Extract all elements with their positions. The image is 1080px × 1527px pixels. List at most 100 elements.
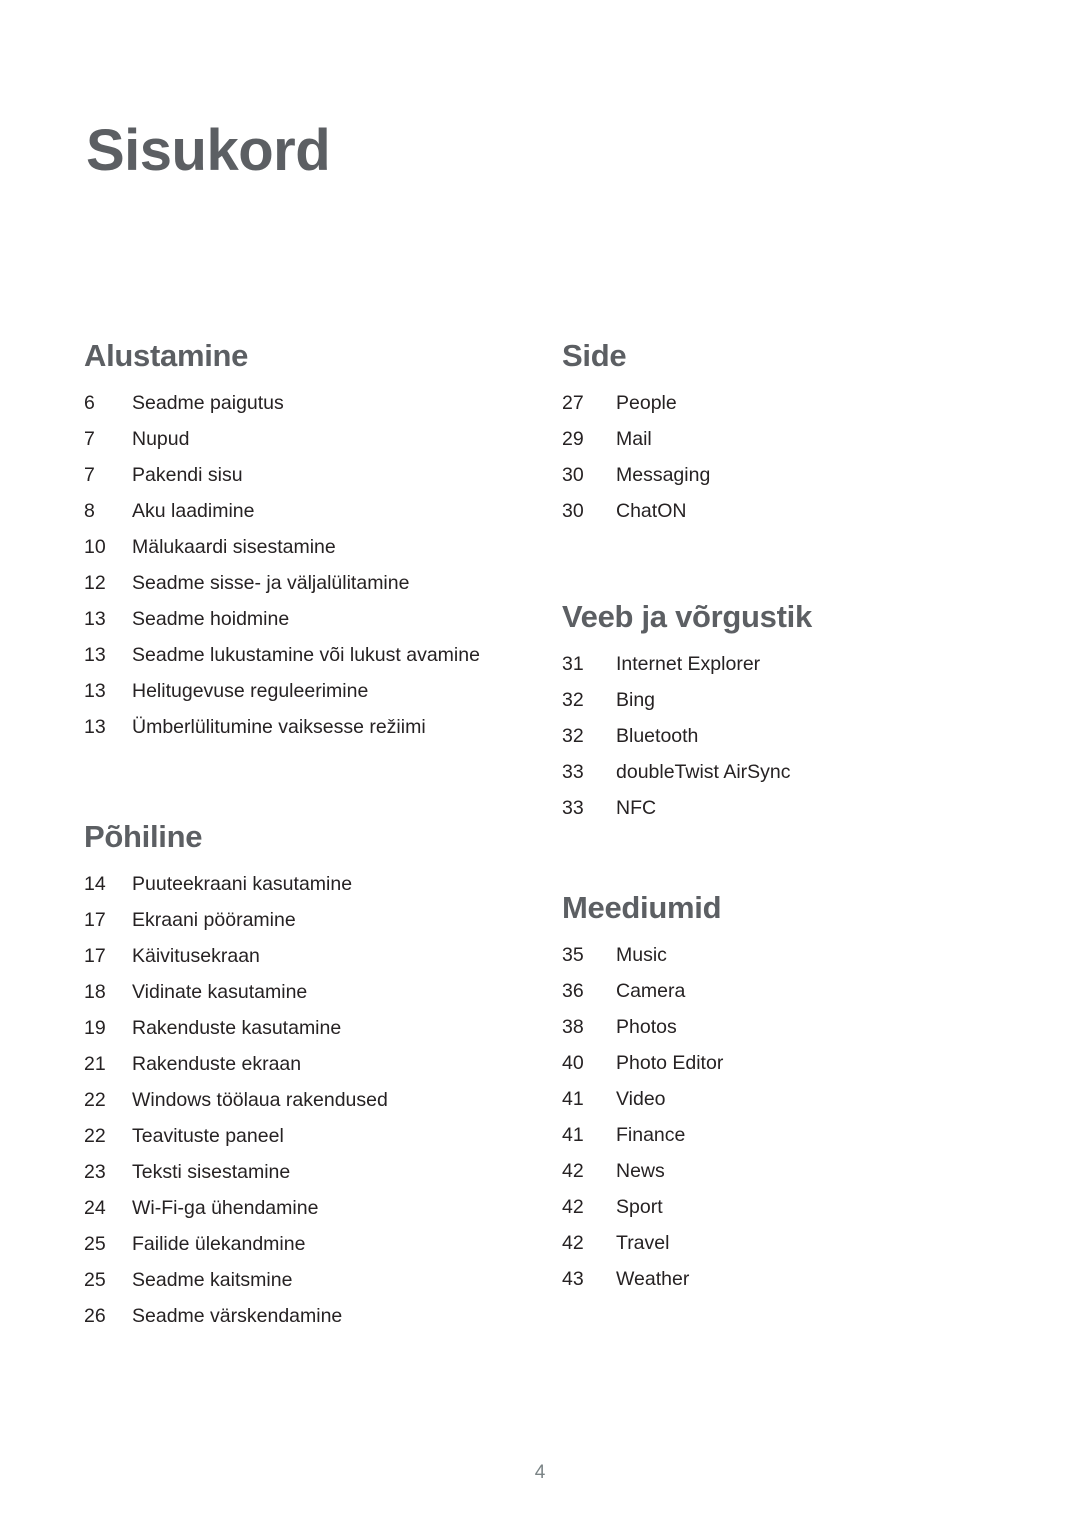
toc-entry[interactable]: 41 Finance <box>562 1117 982 1153</box>
toc-entry[interactable]: 6 Seadme paigutus <box>84 385 544 421</box>
toc-section-alustamine: Alustamine 6 Seadme paigutus 7 Nupud 7 P… <box>84 340 544 745</box>
toc-entry-label: ChatON <box>616 500 687 522</box>
toc-entry-page: 7 <box>84 464 95 486</box>
toc-entry-page: 12 <box>84 572 106 594</box>
toc-list-alustamine: 6 Seadme paigutus 7 Nupud 7 Pakendi sisu… <box>84 385 544 745</box>
toc-entry[interactable]: 25 Seadme kaitsmine <box>84 1262 544 1298</box>
toc-entry-page: 14 <box>84 873 106 895</box>
toc-entry[interactable]: 18 Vidinate kasutamine <box>84 974 544 1010</box>
toc-entry-label: Seadme lukustamine või lukust avamine <box>132 644 480 666</box>
toc-entry[interactable]: 30 ChatON <box>562 493 982 529</box>
toc-entry-label: Nupud <box>132 428 190 450</box>
toc-entry-page: 13 <box>84 680 106 702</box>
toc-entry[interactable]: 27 People <box>562 385 982 421</box>
toc-entry[interactable]: 42 Sport <box>562 1189 982 1225</box>
toc-entry-page: 21 <box>84 1053 106 1075</box>
toc-entry-label: Käivitusekraan <box>132 945 260 967</box>
toc-entry[interactable]: 14 Puuteekraani kasutamine <box>84 866 544 902</box>
toc-entry[interactable]: 30 Messaging <box>562 457 982 493</box>
toc-entry-page: 40 <box>562 1052 584 1074</box>
toc-entry[interactable]: 22 Teavituste paneel <box>84 1118 544 1154</box>
toc-entry-label: Ümberlülitumine vaiksesse režiimi <box>132 716 426 738</box>
toc-entry[interactable]: 41 Video <box>562 1081 982 1117</box>
toc-entry[interactable]: 7 Pakendi sisu <box>84 457 544 493</box>
toc-entry[interactable]: 35 Music <box>562 937 982 973</box>
toc-entry-label: Bluetooth <box>616 725 699 747</box>
toc-section-meediumid: Meediumid 35 Music 36 Camera 38 Photos 4… <box>562 892 982 1297</box>
toc-entry-page: 42 <box>562 1160 584 1182</box>
toc-entry[interactable]: 13 Ümberlülitumine vaiksesse režiimi <box>84 709 544 745</box>
toc-entry[interactable]: 13 Helitugevuse reguleerimine <box>84 673 544 709</box>
toc-entry[interactable]: 24 Wi-Fi-ga ühendamine <box>84 1190 544 1226</box>
toc-entry-page: 35 <box>562 944 584 966</box>
page-title: Sisukord <box>86 118 331 183</box>
toc-entry[interactable]: 42 News <box>562 1153 982 1189</box>
toc-entry-label: Seadme kaitsmine <box>132 1269 293 1291</box>
toc-list-veeb-ja-vorgustik: 31 Internet Explorer 32 Bing 32 Bluetoot… <box>562 646 982 826</box>
toc-entry-page: 30 <box>562 464 584 486</box>
toc-entry-page: 42 <box>562 1196 584 1218</box>
toc-entry-page: 43 <box>562 1268 584 1290</box>
toc-entry-label: Seadme hoidmine <box>132 608 290 630</box>
toc-entry-label: Mail <box>616 428 652 450</box>
toc-entry-page: 6 <box>84 392 95 414</box>
toc-entry[interactable]: 13 Seadme hoidmine <box>84 601 544 637</box>
toc-entry-label: Seadme värskendamine <box>132 1305 343 1327</box>
toc-entry[interactable]: 43 Weather <box>562 1261 982 1297</box>
toc-entry-label: Photo Editor <box>616 1052 724 1074</box>
toc-entry[interactable]: 23 Teksti sisestamine <box>84 1154 544 1190</box>
toc-list-pohiline: 14 Puuteekraani kasutamine 17 Ekraani pö… <box>84 866 544 1334</box>
toc-entry-label: Seadme paigutus <box>132 392 284 414</box>
toc-entry[interactable]: 25 Failide ülekandmine <box>84 1226 544 1262</box>
toc-entry[interactable]: 33 NFC <box>562 790 982 826</box>
toc-entry-label: Finance <box>616 1124 686 1146</box>
toc-entry[interactable]: 32 Bluetooth <box>562 718 982 754</box>
toc-entry[interactable]: 17 Ekraani pööramine <box>84 902 544 938</box>
toc-list-side: 27 People 29 Mail 30 Messaging 30 ChatON <box>562 385 982 529</box>
toc-entry[interactable]: 32 Bing <box>562 682 982 718</box>
toc-entry[interactable]: 19 Rakenduste kasutamine <box>84 1010 544 1046</box>
toc-entry-page: 19 <box>84 1017 106 1039</box>
toc-entry-label: doubleTwist AirSync <box>616 761 791 783</box>
toc-entry-label: Vidinate kasutamine <box>132 981 308 1003</box>
toc-entry-page: 38 <box>562 1016 584 1038</box>
toc-entry-page: 23 <box>84 1161 106 1183</box>
toc-entry-label: Teavituste paneel <box>132 1125 284 1147</box>
toc-entry-label: Photos <box>616 1016 677 1038</box>
toc-entry[interactable]: 7 Nupud <box>84 421 544 457</box>
toc-entry[interactable]: 38 Photos <box>562 1009 982 1045</box>
toc-entry-label: Weather <box>616 1268 690 1290</box>
toc-entry-page: 24 <box>84 1197 106 1219</box>
toc-entry-label: Mälukaardi sisestamine <box>132 536 336 558</box>
toc-entry[interactable]: 10 Mälukaardi sisestamine <box>84 529 544 565</box>
toc-entry-page: 13 <box>84 716 106 738</box>
toc-entry[interactable]: 21 Rakenduste ekraan <box>84 1046 544 1082</box>
toc-entry[interactable]: 13 Seadme lukustamine või lukust avamine <box>84 637 544 673</box>
toc-entry-label: Windows töölaua rakendused <box>132 1089 388 1111</box>
toc-entry[interactable]: 36 Camera <box>562 973 982 1009</box>
section-heading-veeb-ja-vorgustik: Veeb ja võrgustik <box>562 599 812 634</box>
toc-entry-page: 7 <box>84 428 95 450</box>
toc-entry[interactable]: 33 doubleTwist AirSync <box>562 754 982 790</box>
toc-entry[interactable]: 40 Photo Editor <box>562 1045 982 1081</box>
toc-entry[interactable]: 31 Internet Explorer <box>562 646 982 682</box>
document-page: Sisukord Alustamine 6 Seadme paigutus 7 … <box>0 0 1080 1527</box>
section-heading-meediumid: Meediumid <box>562 890 722 925</box>
toc-entry-label: Aku laadimine <box>132 500 255 522</box>
toc-entry-page: 22 <box>84 1089 106 1111</box>
toc-entry[interactable]: 17 Käivitusekraan <box>84 938 544 974</box>
toc-entry-label: Messaging <box>616 464 711 486</box>
toc-entry[interactable]: 8 Aku laadimine <box>84 493 544 529</box>
toc-entry[interactable]: 29 Mail <box>562 421 982 457</box>
toc-entry-page: 31 <box>562 653 584 675</box>
toc-entry[interactable]: 22 Windows töölaua rakendused <box>84 1082 544 1118</box>
toc-section-side: Side 27 People 29 Mail 30 Messaging 30 C… <box>562 340 982 529</box>
toc-entry[interactable]: 12 Seadme sisse- ja väljalülitamine <box>84 565 544 601</box>
toc-entry-page: 41 <box>562 1088 584 1110</box>
toc-entry-page: 22 <box>84 1125 106 1147</box>
toc-entry[interactable]: 26 Seadme värskendamine <box>84 1298 544 1334</box>
toc-entry[interactable]: 42 Travel <box>562 1225 982 1261</box>
toc-entry-label: Rakenduste kasutamine <box>132 1017 342 1039</box>
